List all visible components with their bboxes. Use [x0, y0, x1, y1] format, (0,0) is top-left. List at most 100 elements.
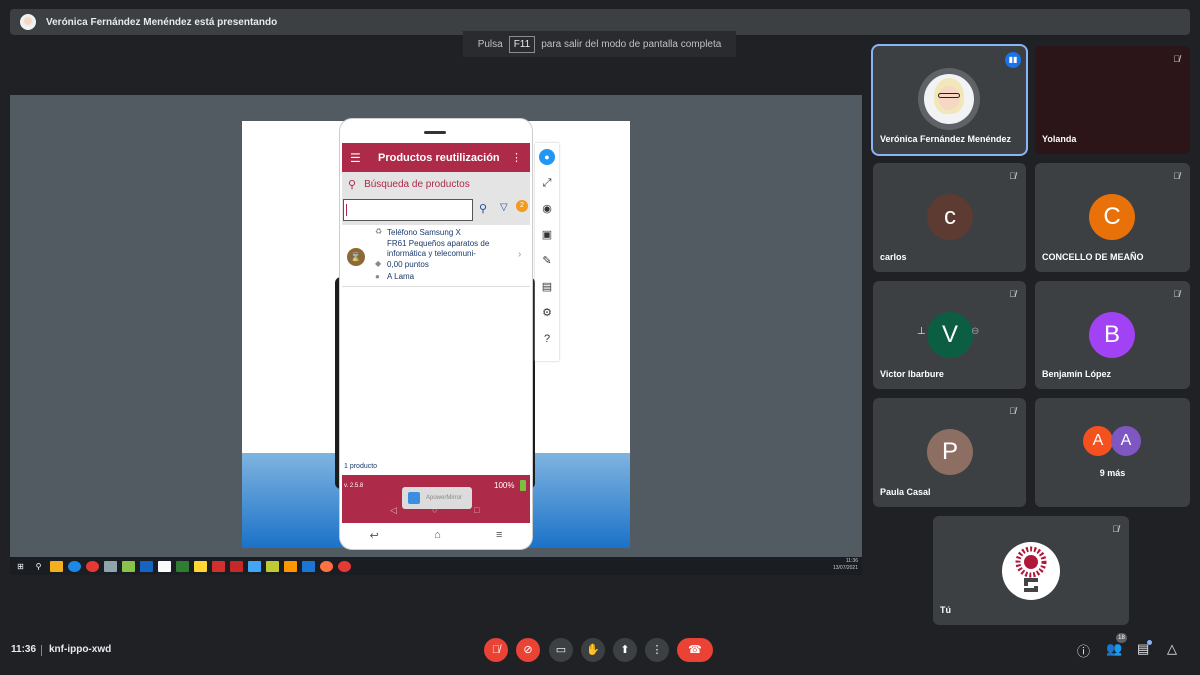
- app-icon-3[interactable]: [194, 560, 207, 572]
- f11-key: F11: [508, 35, 536, 53]
- participant-tile-self[interactable]: 🎙̸ Tú: [933, 516, 1129, 625]
- battery-level: 100%: [494, 481, 515, 490]
- activities-icon[interactable]: △: [1167, 641, 1177, 657]
- windows-start-icon[interactable]: ⊞: [14, 561, 27, 572]
- hang-up-button[interactable]: ☎: [677, 638, 713, 662]
- chat-notification-dot: [1147, 640, 1152, 645]
- participant-tile-more[interactable]: A A 9 más: [1035, 398, 1190, 507]
- windows-taskbar: ⊞ ⚲ 11:36 13/07/2021: [10, 557, 862, 575]
- fullscreen-notice-post: para salir del modo de pantalla completa: [541, 38, 722, 50]
- hamburger-icon[interactable]: ☰: [350, 151, 372, 165]
- meet-window: Verónica Fernández Menéndez está present…: [0, 0, 1200, 675]
- recents-icon[interactable]: ≡: [496, 529, 502, 541]
- excel-icon[interactable]: [176, 560, 189, 572]
- result-count: 1 producto: [344, 463, 378, 470]
- taskbar-search-icon[interactable]: ⚲: [32, 561, 45, 572]
- gmail-icon[interactable]: [158, 560, 171, 572]
- app-icon-4[interactable]: [230, 560, 243, 572]
- mic-off-icon: 🎙̸: [1173, 54, 1180, 64]
- participant-tile-benjamin[interactable]: 🎙̸ B Benjamín López: [1035, 281, 1190, 389]
- raise-hand-button[interactable]: ✋: [581, 638, 605, 662]
- participant-name: carlos: [880, 252, 907, 262]
- recents-square-icon[interactable]: □: [474, 505, 479, 515]
- avatar: c: [927, 194, 973, 240]
- camera-toggle-button[interactable]: ⊘: [516, 638, 540, 662]
- home-icon[interactable]: ⌂: [434, 529, 441, 541]
- present-button[interactable]: ⬆: [613, 638, 637, 662]
- mic-toggle-button[interactable]: 🎙̸: [484, 638, 508, 662]
- pin-icon[interactable]: ⊥: [917, 326, 926, 337]
- file-explorer-icon[interactable]: [50, 560, 63, 572]
- captions-icon: ▭: [555, 644, 567, 656]
- search-title: Búsqueda de productos: [364, 179, 470, 190]
- item-location: A Lama: [387, 272, 415, 281]
- participant-tile-concello[interactable]: 🎙̸ C CONCELLO DE MEAÑO: [1035, 163, 1190, 272]
- participant-tile-veronica[interactable]: ▮▮ Verónica Fernández Menéndez: [873, 46, 1026, 154]
- vlc-icon[interactable]: [284, 560, 297, 572]
- search-button-icon[interactable]: ⚲: [479, 202, 487, 215]
- app-title: Productos reutilización: [378, 151, 500, 164]
- mic-off-icon: 🎙̸: [1173, 289, 1180, 299]
- search-header: ⚲ Búsqueda de productos: [342, 172, 530, 197]
- list-item[interactable]: ♻ ⌛ Teléfono Samsung X FR61 Pequeños apa…: [342, 225, 530, 287]
- screenshot-icon[interactable]: ◉: [542, 201, 552, 217]
- home-circle-icon[interactable]: ○: [432, 505, 437, 515]
- item-points: 0,00 puntos: [387, 260, 429, 269]
- search-input[interactable]: [343, 199, 473, 221]
- app-icon-5[interactable]: [266, 560, 279, 572]
- participant-name: Verónica Fernández Menéndez: [880, 134, 1012, 144]
- app-icon-1[interactable]: [104, 560, 117, 572]
- more-vert-icon[interactable]: ⋮: [511, 151, 522, 164]
- more-participants-label: 9 más: [1099, 468, 1126, 478]
- edge-icon[interactable]: [68, 560, 81, 572]
- speaking-indicator-icon: ▮▮: [1005, 52, 1021, 68]
- firefox-icon[interactable]: [320, 560, 333, 572]
- mic-off-icon: 🎙̸: [491, 644, 501, 656]
- avatar: A: [1111, 426, 1141, 456]
- captions-button[interactable]: ▭: [549, 638, 573, 662]
- back-icon[interactable]: ↩: [370, 529, 379, 542]
- apowermirror-logo-icon: [408, 492, 420, 504]
- chevron-right-icon: ›: [518, 249, 522, 260]
- taskbar-clock: 11:36 13/07/2021: [833, 558, 858, 572]
- item-category-cont: informática y telecomuni-: [387, 249, 476, 258]
- phone-hangup-icon: ☎: [688, 644, 702, 656]
- item-category: FR61 Pequeños aparatos de: [387, 239, 490, 248]
- mic-off-icon: 🎙̸: [1112, 524, 1119, 534]
- remove-icon[interactable]: ⊖: [971, 326, 979, 337]
- participant-tile-paula[interactable]: 🎙̸ P Paula Casal: [873, 398, 1026, 507]
- meeting-code: knf-ippo-xwd: [49, 644, 112, 655]
- avatar: [1002, 542, 1060, 600]
- app-icon-2[interactable]: [122, 560, 135, 572]
- location-icon: ●: [375, 272, 380, 281]
- acrobat-icon[interactable]: [212, 560, 225, 572]
- user-icon[interactable]: ●: [539, 149, 555, 165]
- phone-notch: [424, 131, 446, 134]
- back-triangle-icon[interactable]: ◁: [390, 505, 397, 516]
- record-icon[interactable]: ▣: [542, 227, 552, 243]
- phone-nav-bar: ↩ ⌂ ≡: [342, 523, 530, 547]
- app-icon-7[interactable]: [338, 560, 351, 572]
- mic-off-icon: 🎙̸: [1009, 289, 1016, 299]
- divider: [41, 645, 42, 656]
- participant-tile-yolanda[interactable]: 🎙̸ Yolanda: [1035, 46, 1190, 154]
- search-icon: ⚲: [348, 179, 357, 191]
- meeting-details-icon[interactable]: ⓘ: [1077, 641, 1090, 660]
- pen-icon[interactable]: ✎: [542, 253, 551, 269]
- app-icon-6[interactable]: [302, 560, 315, 572]
- word-icon[interactable]: [140, 560, 153, 572]
- avatar: C: [1089, 194, 1135, 240]
- participant-tile-victor[interactable]: 🎙̸ V ⊥ ⊖ Victor Ibarbure: [873, 281, 1026, 389]
- apowermirror-taskbar-icon[interactable]: [248, 560, 261, 572]
- settings-icon[interactable]: ⚙: [542, 305, 552, 321]
- more-options-button[interactable]: ⋮: [645, 638, 669, 662]
- fullscreen-icon[interactable]: ⤢: [543, 175, 552, 191]
- help-icon[interactable]: ?: [544, 331, 550, 347]
- participant-tile-carlos[interactable]: 🎙̸ c carlos: [873, 163, 1026, 272]
- filter-icon[interactable]: ▽: [500, 202, 508, 213]
- people-icon[interactable]: 👥: [1106, 641, 1122, 657]
- chrome-icon[interactable]: [86, 560, 99, 572]
- battery-icon: [520, 480, 526, 491]
- avatar: P: [927, 429, 973, 475]
- tv-icon[interactable]: ▤: [542, 279, 552, 295]
